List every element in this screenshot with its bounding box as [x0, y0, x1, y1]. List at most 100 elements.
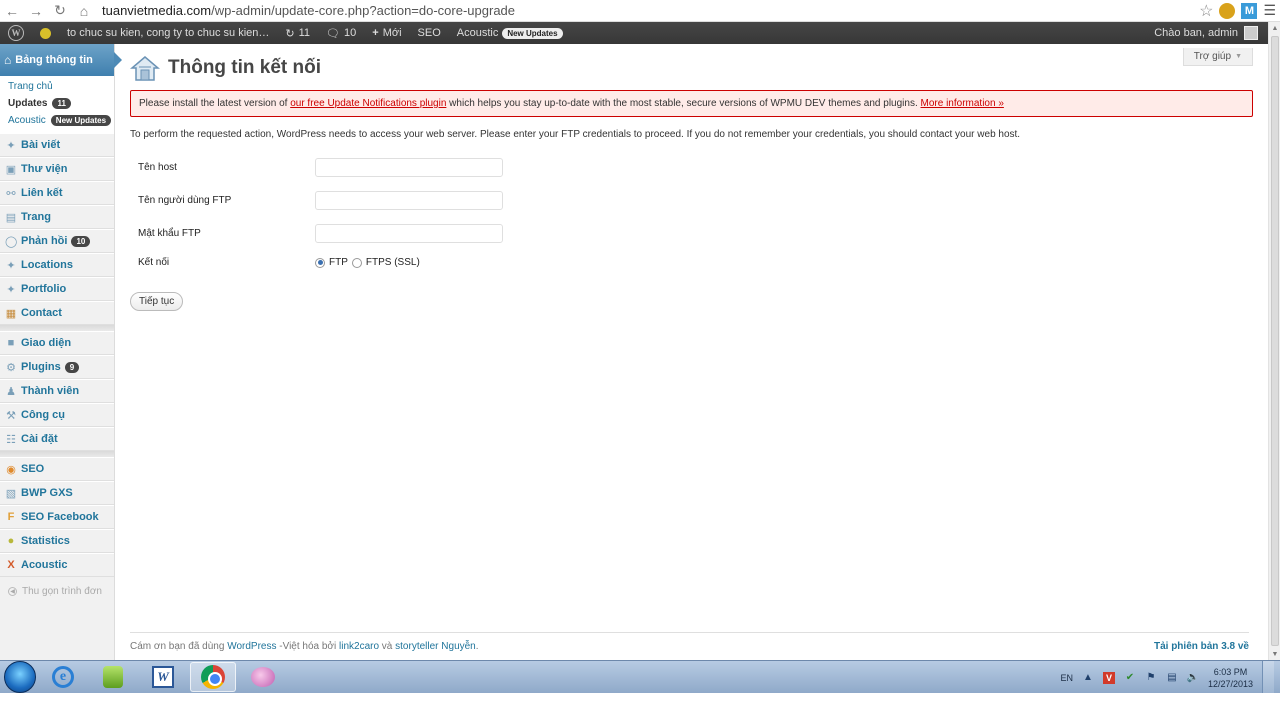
facebook-icon: F [7, 511, 15, 523]
site-name-menu[interactable] [32, 22, 59, 44]
dashboard-label: Bảng thông tin [15, 54, 93, 66]
back-icon[interactable]: ← [0, 0, 24, 22]
new-content-menu[interactable]: + Mới [364, 22, 409, 44]
taskbar-strip: e W EN ▲ V ✔ ⚑ ▤ 🔈 6:03 PM 12/27/2013 [0, 660, 1280, 694]
site-title-link[interactable]: to chuc su kien, cong ty to chuc su kien… [59, 22, 277, 44]
tray-check-icon[interactable]: ✔ [1124, 672, 1136, 684]
submenu-home[interactable]: Trang chủ [0, 78, 114, 95]
page-scrollbar[interactable]: ▲ ▼ [1268, 22, 1280, 660]
antivirus-v-icon[interactable]: V [1102, 671, 1115, 684]
sidebar-item-plugins[interactable]: ⚙ Plugins 9 [0, 355, 114, 379]
extension-sun-icon[interactable] [1219, 2, 1236, 19]
sidebar-item-portfolio[interactable]: ✦ Portfolio [0, 277, 114, 301]
chrome-icon [201, 665, 225, 689]
tray-expand-arrow-icon[interactable]: ▲ [1082, 672, 1094, 684]
comments-menu[interactable]: 🗨 10 [318, 22, 364, 44]
sidebar-item-comments[interactable]: ◯ Phản hồi 10 [0, 229, 114, 253]
sidebar-item-seo-facebook[interactable]: F SEO Facebook [0, 505, 114, 529]
wordpress-link[interactable]: WordPress [227, 641, 276, 652]
download-version-link[interactable]: Tải phiên bản 3.8 về [1154, 641, 1249, 652]
scroll-down-arrow-icon[interactable]: ▼ [1269, 648, 1280, 660]
stats-icon: ● [7, 535, 15, 547]
sidebar-item-appearance[interactable]: ■ Giao diện [0, 331, 114, 355]
taskbar-app-chrome[interactable] [190, 662, 236, 692]
update-notifications-plugin-link[interactable]: our free Update Notifications plugin [290, 98, 446, 109]
action-center-flag-icon[interactable]: ⚑ [1145, 672, 1157, 684]
refresh-icon: ↻ [285, 27, 295, 40]
acoustic-icon: X [7, 559, 15, 571]
ftp-username-input[interactable] [315, 191, 503, 210]
url-host: tuanvietmedia.com [102, 3, 212, 18]
extension-m-icon[interactable]: M [1241, 2, 1258, 19]
menu-group-settings: ■ Giao diện ⚙ Plugins 9 ♟ Thành viên ⚒ Công c… [0, 331, 114, 451]
link2caro-link[interactable]: link2caro [339, 641, 379, 652]
sidebar-item-dashboard[interactable]: ⌂ Bảng thông tin [0, 44, 122, 76]
updates-menu[interactable]: ↻ 11 [277, 22, 318, 44]
help-tab-button[interactable]: Trợ giúp ▼ [1182, 48, 1253, 66]
proceed-button[interactable]: Tiếp tục [130, 292, 184, 311]
sidebar-item-contact[interactable]: ▦ Contact [0, 301, 114, 325]
wordpress-logo-icon: W [8, 25, 24, 41]
url-path: /wp-admin/update-core.php?action=do-core… [211, 3, 516, 18]
users-icon: ♟ [6, 385, 16, 398]
comment-icon: ◯ [5, 235, 18, 248]
statistics-label: Statistics [21, 535, 70, 547]
sidebar-item-links[interactable]: ⚯ Liên kết [0, 181, 114, 205]
submenu-acoustic-label: Acoustic [8, 115, 46, 126]
sidebar-item-seo[interactable]: ◉ SEO [0, 457, 114, 481]
admin-footer: Cám ơn bạn đã dùng WordPress -Việt hóa b… [130, 632, 1249, 660]
collapse-menu-button[interactable]: ◀ Thu gọn trình đơn [0, 577, 114, 605]
submenu-acoustic[interactable]: Acoustic New Updates [0, 112, 114, 129]
seo-label: SEO [21, 463, 45, 475]
language-indicator[interactable]: EN [1060, 673, 1073, 683]
sidebar-item-settings[interactable]: ☷ Cài đặt [0, 427, 114, 451]
link-icon: ⚯ [6, 187, 16, 200]
sidebar-item-media[interactable]: ▣ Thư viện [0, 157, 114, 181]
ftps-radio[interactable] [351, 257, 362, 268]
seo-menu[interactable]: SEO [410, 22, 449, 44]
acoustic-label: Acoustic [456, 27, 499, 39]
hostname-input[interactable] [315, 158, 503, 177]
show-desktop-button[interactable] [1262, 661, 1274, 694]
bookmark-star-icon[interactable]: ☆ [1199, 1, 1213, 21]
scroll-up-arrow-icon[interactable]: ▲ [1269, 22, 1280, 34]
network-icon[interactable]: ▤ [1166, 672, 1178, 684]
more-information-link[interactable]: More information » [921, 98, 1004, 109]
my-account-menu[interactable]: Chào ban, admin [1154, 26, 1268, 40]
taskbar-app-word[interactable]: W [140, 662, 186, 692]
reload-icon[interactable]: ↻ [48, 0, 72, 22]
sidebar-item-bwp-gxs[interactable]: ▧ BWP GXS [0, 481, 114, 505]
admin-sidebar: ⌂ Bảng thông tin Trang chủ Updates 11 Aco… [0, 44, 122, 660]
submenu-updates[interactable]: Updates 11 [0, 95, 114, 112]
sidebar-item-acoustic[interactable]: X Acoustic [0, 553, 114, 577]
ftp-username-label: Tên người dùng FTP [138, 195, 232, 206]
ftp-radio[interactable] [315, 257, 325, 268]
address-bar[interactable]: tuanvietmedia.com/wp-admin/update-core.p… [96, 3, 1199, 18]
scroll-thumb[interactable] [1271, 36, 1279, 646]
ftp-intro-text: To perform the requested action, WordPre… [130, 129, 1021, 140]
wp-logo-menu[interactable]: W [0, 22, 32, 44]
dashboard-home-icon: ⌂ [4, 53, 12, 67]
sidebar-item-posts[interactable]: ✦ Bài viết [0, 133, 114, 157]
taskbar-app-ie[interactable]: e [40, 662, 86, 692]
browser-menu-icon[interactable]: ☰ [1263, 2, 1276, 19]
home-icon[interactable]: ⌂ [72, 0, 96, 22]
sidebar-item-statistics[interactable]: ● Statistics [0, 529, 114, 553]
seo-facebook-label: SEO Facebook [21, 511, 99, 523]
ftp-password-input[interactable] [315, 224, 503, 243]
storyteller-link[interactable]: storyteller Nguyễn [395, 641, 476, 652]
pages-label: Trang [21, 211, 51, 223]
sidebar-item-locations[interactable]: ✦ Locations [0, 253, 114, 277]
acoustic-menu[interactable]: Acoustic New Updates [449, 22, 571, 44]
taskbar-app-green[interactable] [90, 662, 136, 692]
taskbar-clock[interactable]: 6:03 PM 12/27/2013 [1208, 666, 1253, 690]
sidebar-item-tools[interactable]: ⚒ Công cụ [0, 403, 114, 427]
site-favicon-icon [40, 27, 51, 39]
desktop-below-taskbar [0, 693, 1280, 720]
taskbar-app-pink[interactable] [240, 662, 286, 692]
start-button[interactable] [4, 661, 36, 693]
sidebar-item-users[interactable]: ♟ Thành viên [0, 379, 114, 403]
sidebar-item-pages[interactable]: ▤ Trang [0, 205, 114, 229]
forward-icon[interactable]: → [24, 0, 48, 22]
volume-icon[interactable]: 🔈 [1187, 672, 1199, 684]
